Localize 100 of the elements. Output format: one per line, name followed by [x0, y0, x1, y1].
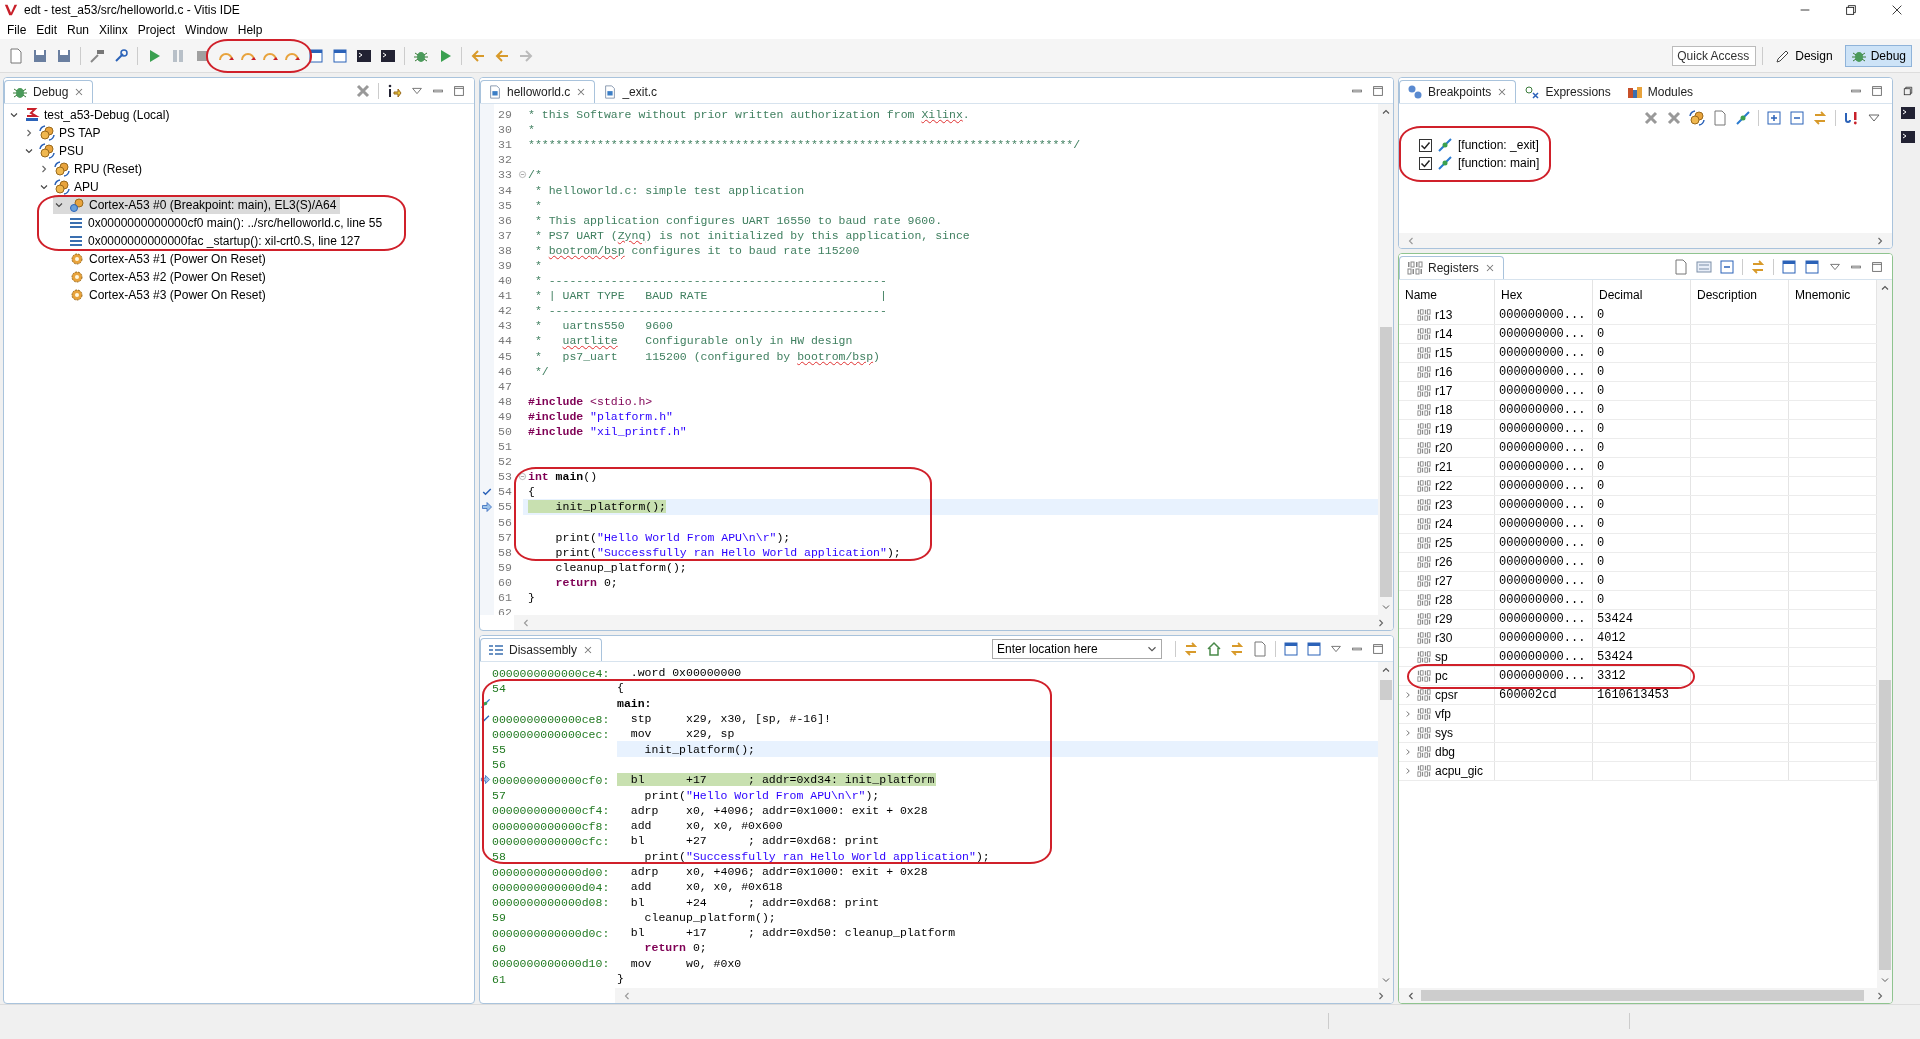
tree-item[interactable]: PSU — [23, 142, 88, 160]
horizontal-scrollbar[interactable] — [1399, 988, 1892, 1003]
editor-tab[interactable]: helloworld.c — [480, 80, 596, 103]
instruction-text: mov w0, #0x0 — [629, 956, 742, 970]
restore-icon[interactable] — [1902, 85, 1914, 97]
fold-icon[interactable] — [518, 170, 527, 180]
tree-item[interactable]: Cortex-A53 #3 (Power On Reset) — [53, 286, 270, 304]
page-icon[interactable] — [1712, 110, 1728, 126]
menu-item[interactable]: Xilinx — [94, 22, 133, 37]
scrollbar-thumb[interactable] — [1379, 327, 1392, 597]
perspective-button[interactable]: Design — [1769, 44, 1839, 67]
new-file-icon[interactable] — [8, 47, 24, 64]
location-combo[interactable]: Enter location here — [992, 638, 1162, 659]
maximize-icon[interactable] — [1870, 83, 1884, 98]
terminal-icon[interactable] — [356, 47, 372, 64]
maximize-icon[interactable] — [1371, 641, 1385, 656]
menu-item[interactable]: Window — [180, 22, 233, 37]
exception-breakpoint-icon[interactable] — [1843, 110, 1859, 126]
tree-item[interactable]: RPU (Reset) — [38, 160, 146, 178]
home-icon[interactable] — [1206, 640, 1222, 657]
remove-icon[interactable] — [1643, 110, 1659, 126]
link-arrows-icon[interactable] — [1229, 640, 1245, 657]
menu-item[interactable]: Edit — [31, 22, 63, 37]
fold-icon[interactable] — [518, 472, 527, 482]
step-filter-icon[interactable] — [386, 82, 402, 99]
gear-icon — [69, 251, 85, 267]
tree-item[interactable]: Cortex-A53 #2 (Power On Reset) — [53, 268, 270, 286]
tree-item[interactable]: test_a53-Debug (Local) — [8, 106, 174, 124]
window-icon[interactable] — [1804, 258, 1820, 275]
column-header[interactable]: Description — [1691, 280, 1789, 306]
window-icon[interactable] — [332, 47, 348, 64]
link-arrows-icon[interactable] — [1750, 258, 1766, 275]
menu-item[interactable]: Help — [232, 22, 268, 37]
terminal-icon[interactable] — [380, 47, 396, 64]
breakpoint-item[interactable]: [function: main] — [1419, 154, 1540, 172]
scrollbar-thumb[interactable] — [1379, 680, 1392, 700]
view-tab[interactable]: Modules — [1618, 80, 1702, 103]
maximize-icon[interactable] — [1870, 259, 1884, 274]
vertical-scrollbar[interactable] — [1378, 662, 1393, 988]
tree-item[interactable]: Cortex-A53 #1 (Power On Reset) — [53, 250, 270, 268]
expand-all-icon[interactable] — [1766, 110, 1782, 126]
horizontal-scrollbar[interactable] — [514, 615, 1393, 630]
column-header[interactable]: Name — [1399, 280, 1495, 306]
tree-item[interactable]: PS TAP — [23, 124, 105, 142]
vertical-scrollbar[interactable] — [1877, 280, 1892, 988]
view-tab[interactable]: Registers — [1399, 256, 1504, 279]
remove-terminated-icon[interactable] — [355, 82, 371, 99]
collapse-all-icon[interactable] — [1789, 110, 1805, 126]
table-cell: 000000000... — [1495, 363, 1593, 381]
horizontal-scrollbar[interactable] — [615, 988, 1393, 1003]
quick-access-field[interactable]: Quick Access — [1672, 45, 1757, 66]
menu-item[interactable]: Project — [132, 22, 181, 37]
menu-item[interactable]: Run — [62, 22, 95, 37]
view-tab[interactable]: Breakpoints — [1399, 80, 1517, 103]
instruction-address: 0000000000000cf0: — [492, 773, 610, 787]
register-name-cell: r16 — [1399, 363, 1495, 381]
checkbox[interactable] — [1419, 156, 1432, 170]
link-arrows-icon[interactable] — [1812, 110, 1828, 126]
layout-icon[interactable] — [1696, 258, 1712, 275]
window-icon[interactable] — [1283, 640, 1299, 657]
back-arrow-icon[interactable] — [494, 47, 510, 64]
gears-icon[interactable] — [1689, 110, 1705, 126]
page-icon[interactable] — [1673, 258, 1689, 275]
view-tab[interactable]: Disassembly — [480, 638, 602, 661]
terminal-icon[interactable] — [1900, 105, 1916, 121]
window-icon[interactable] — [1306, 640, 1322, 657]
checkbox[interactable] — [1419, 138, 1432, 152]
terminal-icon[interactable] — [1900, 129, 1916, 145]
window-icon[interactable] — [1781, 258, 1797, 275]
editor-tab[interactable]: _exit.c — [595, 80, 666, 103]
register-icon — [1417, 593, 1431, 607]
tree-item[interactable]: 0x0000000000000cf0 main(): ../src/helloworld.c, line 55 — [68, 214, 387, 232]
back-arrow-icon[interactable] — [470, 47, 486, 64]
forward-arrow-icon[interactable] — [518, 47, 534, 64]
register-icon — [1417, 498, 1431, 512]
breakpoint-item[interactable]: [function: _exit] — [1419, 136, 1539, 154]
column-header[interactable]: Decimal — [1593, 280, 1691, 306]
wrench-icon[interactable] — [113, 47, 129, 64]
column-header[interactable]: Hex — [1495, 280, 1593, 306]
register-name-cell: cpsr — [1399, 686, 1495, 704]
scrollbar-thumb[interactable] — [1421, 990, 1864, 1001]
hammer-icon[interactable] — [89, 47, 105, 64]
menu-item[interactable]: File — [2, 22, 32, 37]
page-icon[interactable] — [1252, 640, 1268, 657]
maximize-icon[interactable] — [452, 83, 466, 98]
vertical-scrollbar[interactable] — [1378, 104, 1393, 615]
skip-breakpoints-icon[interactable] — [1735, 110, 1751, 126]
tree-item[interactable]: APU — [38, 178, 103, 196]
scrollbar-thumb[interactable] — [1878, 680, 1891, 970]
horizontal-scrollbar[interactable] — [1399, 233, 1892, 248]
code-line: * — [533, 198, 542, 212]
view-tab[interactable]: Expressions — [1516, 80, 1619, 103]
maximize-icon[interactable] — [1371, 83, 1385, 98]
view-tab[interactable]: Debug — [4, 80, 94, 103]
instruction-address: 0000000000000d0c: — [492, 926, 610, 940]
remove-all-icon[interactable] — [1666, 110, 1682, 126]
perspective-button[interactable]: Debug — [1844, 44, 1912, 67]
collapse-icon[interactable] — [1719, 258, 1735, 275]
tree-item[interactable]: 0x0000000000000fac _startup(): xil-crt0.S, line 127 — [68, 232, 365, 250]
close-icon[interactable] — [582, 644, 594, 656]
